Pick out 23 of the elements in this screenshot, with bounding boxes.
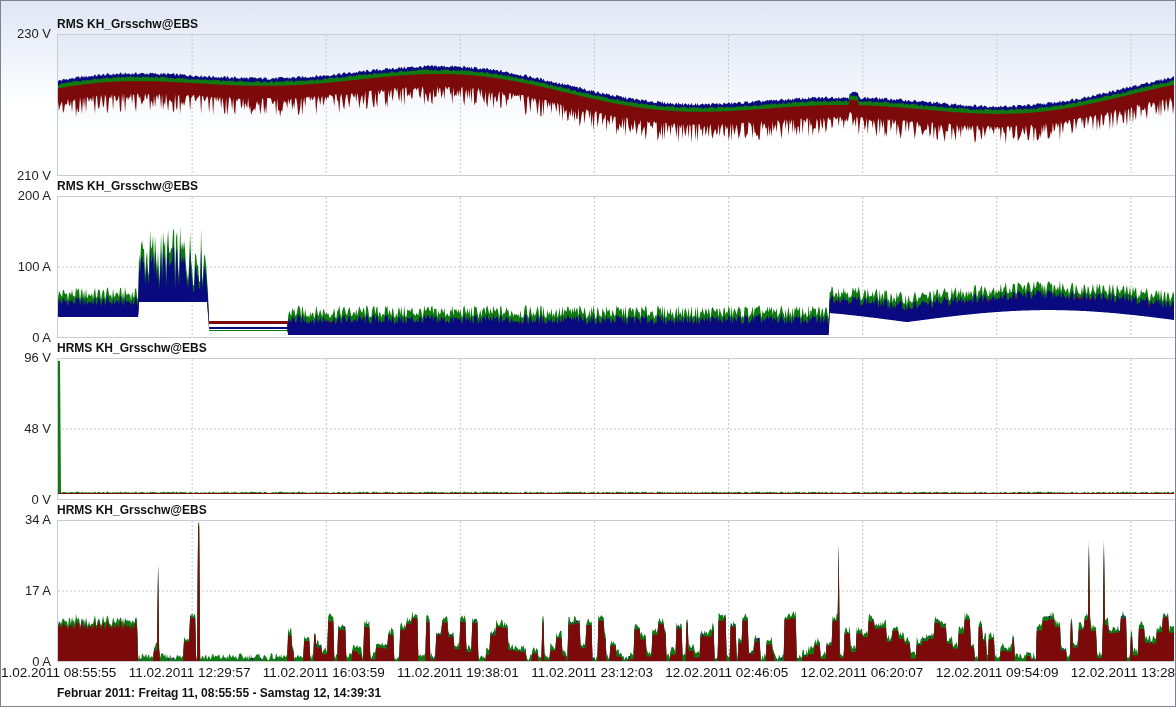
time-label: 12.02.2011 13:28 [1070, 664, 1175, 680]
date-range-label: Februar 2011: Freitag 11, 08:55:55 - Samstag 12, 14:39:31 [57, 686, 382, 700]
axis-label: 210 V [17, 168, 51, 185]
axis-label: 48 V [24, 421, 51, 438]
chart-title: RMS KH_Grsschw@EBS [57, 16, 199, 33]
time-label: 11.02.2011 19:38:01 [397, 664, 519, 680]
axis-label: 17 A [24, 583, 51, 600]
axis-label: 230 V [17, 26, 51, 42]
axis-label: 200 A [17, 188, 51, 204]
time-label: 11.02.2011 23:12:03 [531, 664, 654, 680]
chart-title: HRMS KH_Grsschw@EBS [57, 502, 207, 519]
chart-title: RMS KH_Grsschw@EBS [57, 178, 199, 195]
axis-label: 100 A [17, 259, 51, 276]
axis-label: 34 A [24, 512, 51, 528]
time-label: 12.02.2011 06:20:07 [800, 664, 924, 680]
time-label: 12.02.2011 02:46:05 [665, 664, 789, 680]
chart-title: HRMS KH_Grsschw@EBS [57, 340, 207, 357]
time-label: 11.02.2011 12:29:57 [128, 664, 251, 680]
axis-label: 0 A [32, 330, 51, 347]
axis-label: 96 V [24, 350, 51, 366]
time-label: 12.02.2011 09:54:09 [935, 664, 1059, 680]
time-label: 11.02.2011 16:03:59 [262, 664, 385, 680]
axis-label: 0 V [31, 492, 51, 509]
